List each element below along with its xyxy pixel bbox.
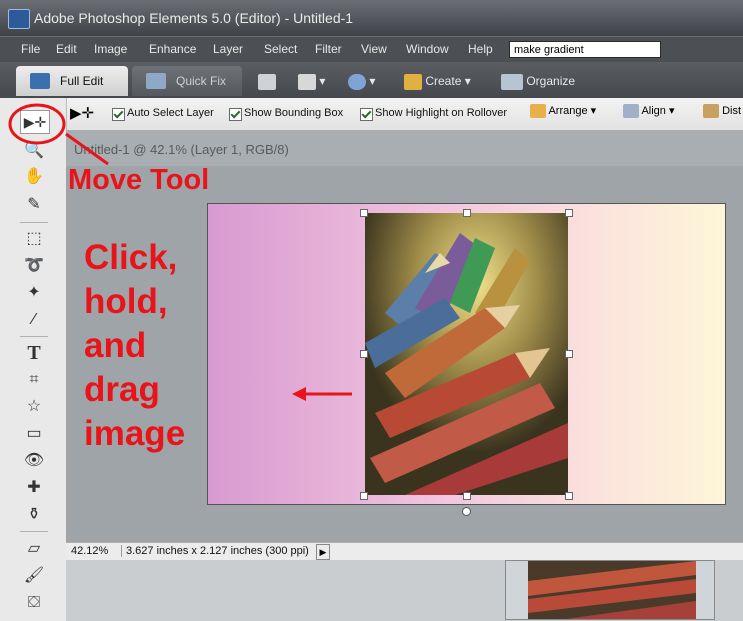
menu-view[interactable]: View bbox=[361, 42, 387, 56]
healing-brush-tool-icon[interactable]: ✚ bbox=[22, 477, 46, 499]
marquee-tool-icon[interactable]: ⬚ bbox=[22, 228, 46, 250]
tool-options-bar: ▶✛ Auto Select Layer Show Bounding Box S… bbox=[66, 98, 743, 131]
menu-edit[interactable]: Edit bbox=[56, 42, 77, 56]
straighten-tool-icon[interactable]: ▭ bbox=[22, 423, 46, 445]
create-label: Create bbox=[425, 74, 462, 88]
share-icon bbox=[298, 73, 316, 90]
zoom-level[interactable]: 42.12% bbox=[71, 545, 108, 557]
full-edit-icon bbox=[30, 73, 50, 89]
menu-file[interactable]: File bbox=[21, 42, 40, 56]
quick-fix-icon bbox=[146, 73, 166, 89]
document-dimensions: 3.627 inches x 2.127 inches (300 ppi) bbox=[121, 545, 309, 557]
document-title-bar: Untitled-1 @ 42.1% (Layer 1, RGB/8) bbox=[66, 130, 743, 166]
instruction-line: image bbox=[84, 414, 186, 453]
eyedropper-tool-icon[interactable]: ✎ bbox=[22, 194, 46, 216]
print-button[interactable] bbox=[258, 71, 276, 91]
distribute-dropdown[interactable]: Dist bbox=[703, 104, 741, 118]
paint-bucket-tool-icon[interactable]: ⛋ bbox=[22, 592, 46, 614]
align-icon bbox=[623, 104, 639, 119]
mode-bar: Full Edit Quick Fix ▾ ▾ Create ▾ Organiz… bbox=[0, 62, 743, 98]
red-eye-tool-icon[interactable]: 👁 bbox=[22, 450, 46, 472]
magic-wand-tool-icon[interactable]: ✦ bbox=[22, 282, 46, 304]
toolbox-divider bbox=[20, 531, 48, 532]
window-title: Adobe Photoshop Elements 5.0 (Editor) - … bbox=[34, 10, 354, 26]
eraser-tool-icon[interactable]: ▱ bbox=[22, 538, 46, 560]
bounding-box-handle[interactable] bbox=[565, 350, 573, 358]
menu-image[interactable]: Image bbox=[94, 42, 127, 56]
arrange-icon bbox=[530, 104, 546, 119]
title-bar: Adobe Photoshop Elements 5.0 (Editor) - … bbox=[0, 0, 743, 36]
distribute-label: Dist bbox=[722, 104, 742, 117]
instruction-line: Click, bbox=[84, 238, 178, 277]
crop-tool-icon[interactable]: ⌗ bbox=[22, 369, 46, 391]
toolbox-divider bbox=[20, 336, 48, 337]
toolbox-divider bbox=[20, 222, 48, 223]
tab-quick-fix-label: Quick Fix bbox=[176, 74, 227, 88]
bounding-box-handle[interactable] bbox=[360, 209, 368, 217]
instruction-line: hold, bbox=[84, 282, 168, 321]
arrange-dropdown[interactable]: Arrange ▾ bbox=[530, 104, 596, 119]
printer-icon bbox=[258, 73, 276, 90]
left-arrow-annotation bbox=[292, 387, 352, 401]
thumbnail-image bbox=[528, 561, 696, 619]
bounding-box-handle[interactable] bbox=[565, 492, 573, 500]
globe-icon bbox=[348, 73, 366, 90]
menu-select[interactable]: Select bbox=[264, 42, 297, 56]
menu-enhance[interactable]: Enhance bbox=[149, 42, 196, 56]
move-tool-annotation: Move Tool bbox=[68, 164, 210, 196]
share-button[interactable]: ▾ bbox=[298, 71, 325, 91]
organize-button[interactable]: Organize bbox=[501, 71, 575, 91]
selection-brush-tool-icon[interactable]: ⁄ bbox=[22, 309, 46, 331]
menu-window[interactable]: Window bbox=[406, 42, 449, 56]
align-label: Align bbox=[641, 105, 666, 117]
tab-full-edit-label: Full Edit bbox=[60, 74, 104, 88]
status-bar: 42.12% 3.627 inches x 2.127 inches (300 … bbox=[66, 542, 743, 561]
menu-help[interactable]: Help bbox=[468, 42, 493, 56]
project-bin-thumbnail[interactable] bbox=[505, 560, 715, 620]
pencils-illustration bbox=[365, 213, 568, 495]
distribute-icon bbox=[703, 104, 719, 118]
menu-filter[interactable]: Filter bbox=[315, 42, 342, 56]
show-highlight-checkbox[interactable] bbox=[360, 108, 373, 121]
photoshop-elements-logo-icon bbox=[8, 9, 30, 29]
create-button[interactable]: Create ▾ bbox=[404, 71, 471, 91]
status-menu-arrow-icon[interactable]: ▶ bbox=[316, 544, 330, 560]
organize-grid-icon bbox=[501, 73, 523, 90]
instruction-line: drag bbox=[84, 370, 160, 409]
menu-bar: File Edit Image Enhance Layer Select Fil… bbox=[0, 36, 743, 63]
pencils-photo-layer[interactable] bbox=[365, 213, 568, 495]
bounding-box-handle[interactable] bbox=[360, 350, 368, 358]
cookie-cutter-tool-icon[interactable]: ☆ bbox=[22, 396, 46, 418]
arrange-label: Arrange bbox=[548, 105, 588, 117]
tab-quick-fix[interactable]: Quick Fix bbox=[132, 66, 242, 96]
bounding-box-handle[interactable] bbox=[463, 492, 471, 500]
menu-layer[interactable]: Layer bbox=[213, 42, 243, 56]
bounding-box-handle[interactable] bbox=[565, 209, 573, 217]
align-dropdown[interactable]: Align ▾ bbox=[623, 104, 675, 119]
brush-tool-icon[interactable]: 🖌 bbox=[22, 565, 46, 587]
email-button[interactable]: ▾ bbox=[348, 71, 375, 91]
bounding-box-handle[interactable] bbox=[463, 209, 471, 217]
lasso-tool-icon[interactable]: ➰ bbox=[22, 255, 46, 277]
show-bounding-box-label: Show Bounding Box bbox=[244, 107, 344, 119]
clone-stamp-tool-icon[interactable]: ⚱ bbox=[22, 504, 46, 526]
rotate-handle[interactable] bbox=[462, 507, 471, 516]
show-bounding-box-checkbox[interactable] bbox=[229, 108, 242, 121]
create-icon bbox=[404, 73, 422, 90]
type-tool-icon[interactable]: T bbox=[22, 342, 46, 364]
instruction-line: and bbox=[84, 326, 147, 365]
auto-select-layer-label: Auto Select Layer bbox=[127, 107, 214, 119]
tab-full-edit[interactable]: Full Edit bbox=[16, 66, 128, 96]
organize-label: Organize bbox=[526, 74, 576, 88]
bounding-box-handle[interactable] bbox=[360, 492, 368, 500]
instruction-annotation: Click, hold, and drag image bbox=[84, 236, 185, 456]
help-search-input[interactable]: make gradient bbox=[509, 41, 661, 58]
show-highlight-label: Show Highlight on Rollover bbox=[375, 107, 508, 119]
